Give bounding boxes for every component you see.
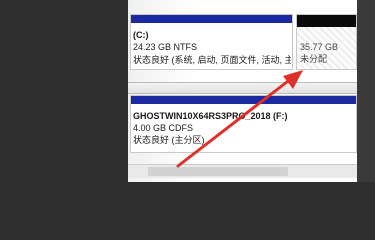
annotation-arrow-icon bbox=[176, 70, 303, 168]
